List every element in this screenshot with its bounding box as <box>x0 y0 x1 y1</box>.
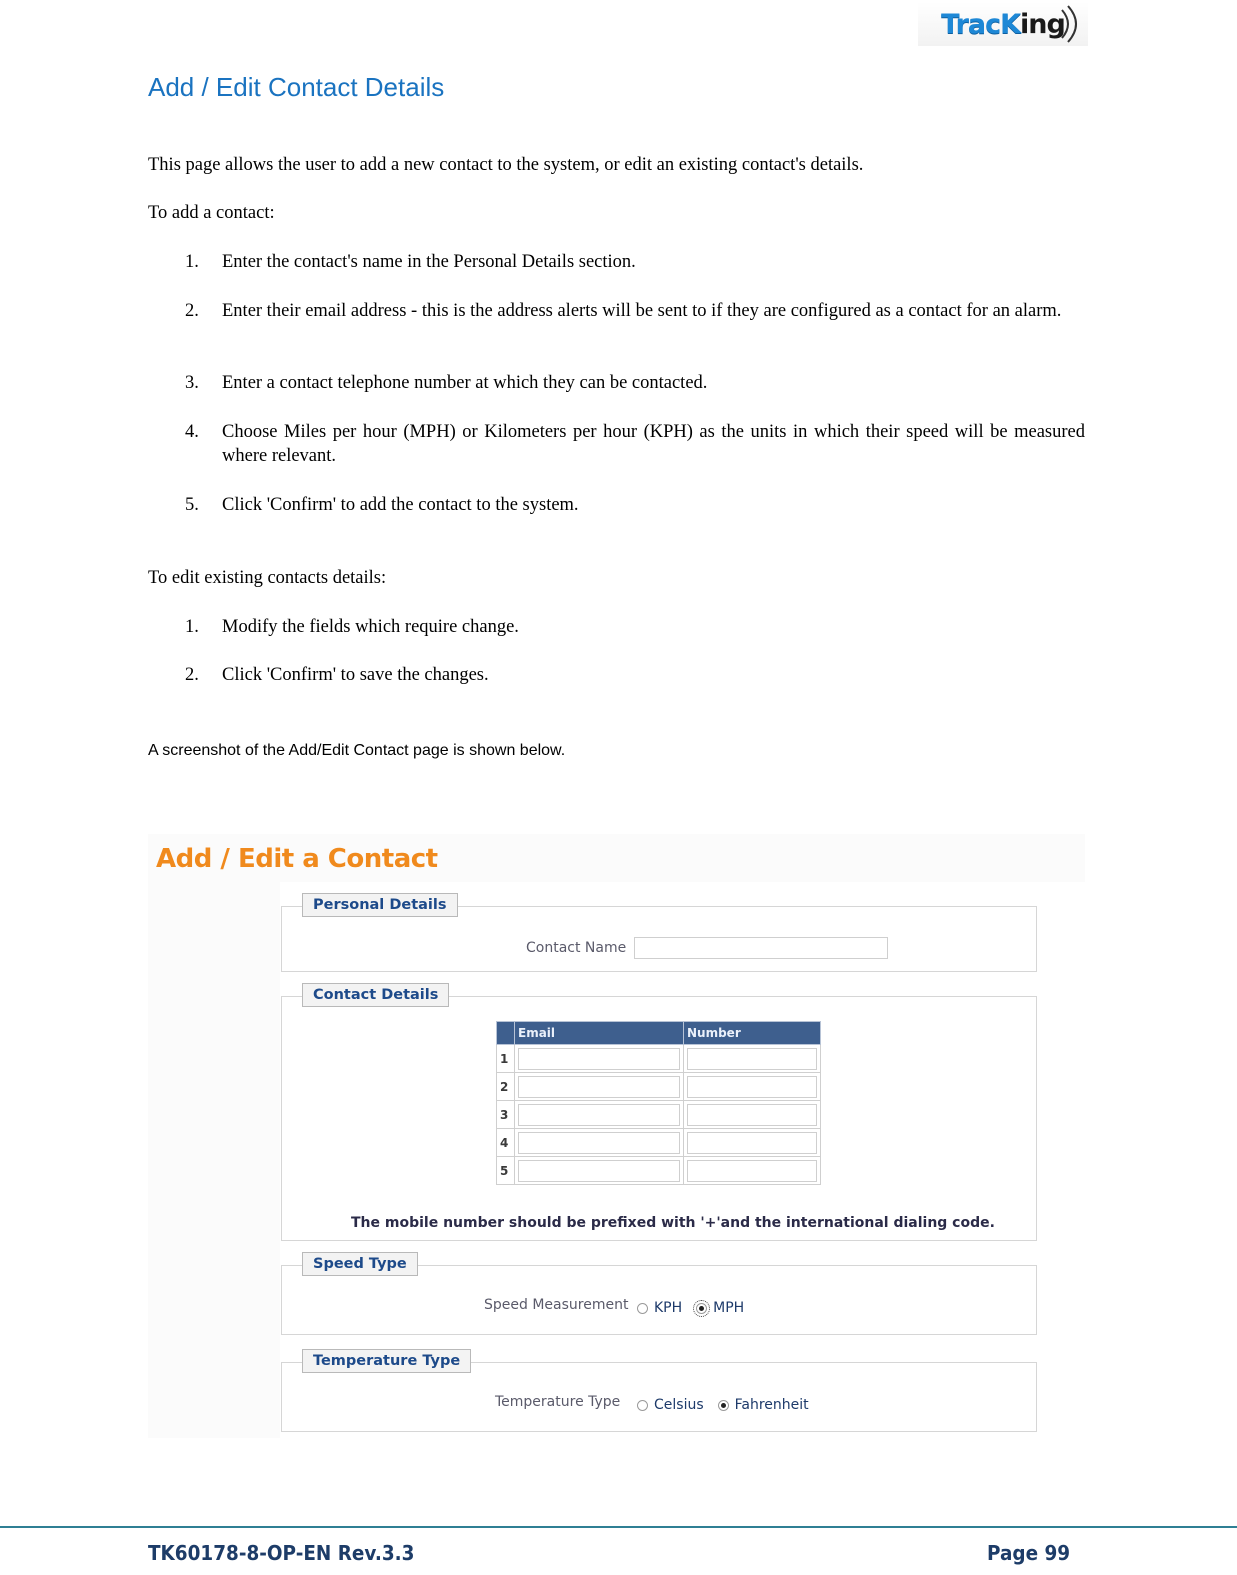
number-cell <box>683 1128 821 1157</box>
celsius-radio[interactable] <box>637 1399 648 1411</box>
email-cell <box>514 1156 684 1185</box>
kph-option[interactable]: KPH <box>637 1300 682 1316</box>
email-cell <box>514 1128 684 1157</box>
table-header-row: Email Number <box>496 1021 821 1045</box>
logo-text: TracKing <box>941 8 1066 40</box>
screenshot-caption: A screenshot of the Add/Edit Contact pag… <box>148 742 566 759</box>
step-text: Enter a contact telephone number at whic… <box>222 373 708 393</box>
edit-step: 1. Modify the fields which require chang… <box>185 616 1085 640</box>
row-number: 2 <box>496 1072 515 1101</box>
email-cell <box>514 1100 684 1129</box>
temperature-type-legend: Temperature Type <box>302 1349 472 1373</box>
celsius-label: Celsius <box>654 1397 704 1413</box>
contact-details-section: Contact Details Email Number 1 2 3 4 5 T… <box>281 983 1037 1241</box>
signal-waves-icon <box>1061 5 1077 43</box>
email-input[interactable] <box>518 1075 680 1098</box>
temperature-radio-group: Celsius Fahrenheit <box>637 1397 823 1413</box>
contact-table: Email Number 1 2 3 4 5 <box>496 1021 821 1185</box>
temperature-type-section: Temperature Type Temperature Type Celsiu… <box>281 1349 1037 1432</box>
speed-measurement-label: Speed Measurement <box>484 1297 629 1313</box>
table-row: 5 <box>496 1156 821 1185</box>
mobile-number-note: The mobile number should be prefixed wit… <box>351 1215 995 1231</box>
contact-name-label: Contact Name <box>526 940 627 956</box>
step-text: Enter their email address - this is the … <box>222 301 1062 321</box>
number-cell <box>683 1044 821 1073</box>
number-cell <box>683 1156 821 1185</box>
add-step: 2. Enter their email address - this is t… <box>185 300 1085 324</box>
add-step: 1. Enter the contact's name in the Perso… <box>185 251 1085 275</box>
kph-label: KPH <box>654 1300 683 1316</box>
personal-details-section: Personal Details Contact Name <box>281 893 1037 972</box>
table-row: 2 <box>496 1072 821 1101</box>
step-number: 5. <box>185 495 199 515</box>
table-row: 4 <box>496 1128 821 1157</box>
number-input[interactable] <box>687 1047 817 1070</box>
intro-paragraph: This page allows the user to add a new c… <box>148 155 864 175</box>
tracking-logo: TracKing <box>918 2 1088 46</box>
add-step: 5. Click 'Confirm' to add the contact to… <box>185 494 1085 518</box>
step-number: 1. <box>185 617 199 637</box>
edit-heading: To edit existing contacts details: <box>148 568 387 588</box>
step-number: 2. <box>185 665 199 685</box>
mph-radio[interactable] <box>693 1299 711 1317</box>
number-input[interactable] <box>687 1075 817 1098</box>
row-number: 5 <box>496 1156 515 1185</box>
page-number: Page 99 <box>987 1541 1071 1565</box>
contact-name-input[interactable] <box>634 937 888 959</box>
speed-type-section: Speed Type Speed Measurement KPH MPH <box>281 1252 1037 1335</box>
mph-label: MPH <box>713 1300 745 1316</box>
row-number: 3 <box>496 1100 515 1129</box>
email-input[interactable] <box>518 1047 680 1070</box>
email-input[interactable] <box>518 1131 680 1154</box>
form-title: Add / Edit a Contact <box>156 844 438 874</box>
step-text: Click 'Confirm' to add the contact to th… <box>222 495 579 515</box>
document-id: TK60178-8-OP-EN Rev.3.3 <box>148 1541 415 1565</box>
fahrenheit-label: Fahrenheit <box>734 1397 809 1413</box>
number-input[interactable] <box>687 1103 817 1126</box>
add-heading: To add a contact: <box>148 203 275 223</box>
kph-radio[interactable] <box>637 1302 648 1314</box>
email-column-header: Email <box>514 1021 684 1045</box>
step-number: 2. <box>185 301 199 321</box>
email-input[interactable] <box>518 1103 680 1126</box>
step-text: Choose Miles per hour (MPH) or Kilometer… <box>222 422 1085 466</box>
row-number: 1 <box>496 1044 515 1073</box>
edit-step: 2. Click 'Confirm' to save the changes. <box>185 664 1085 688</box>
step-text: Click 'Confirm' to save the changes. <box>222 665 489 685</box>
fahrenheit-radio[interactable] <box>717 1399 729 1411</box>
temperature-type-label: Temperature Type <box>495 1394 621 1410</box>
fahrenheit-option[interactable]: Fahrenheit <box>717 1397 809 1413</box>
number-cell <box>683 1100 821 1129</box>
number-column-header: Number <box>683 1021 821 1045</box>
add-step: 3. Enter a contact telephone number at w… <box>185 372 1085 396</box>
speed-radio-group: KPH MPH <box>637 1299 758 1317</box>
add-edit-contact-screenshot: Add / Edit a Contact Personal Details Co… <box>148 834 1085 1438</box>
footer-divider <box>0 1526 1237 1528</box>
speed-type-legend: Speed Type <box>302 1252 418 1276</box>
step-number: 3. <box>185 373 199 393</box>
celsius-option[interactable]: Celsius <box>637 1397 704 1413</box>
mph-option[interactable]: MPH <box>693 1299 745 1317</box>
step-text: Modify the fields which require change. <box>222 617 519 637</box>
row-number: 4 <box>496 1128 515 1157</box>
personal-details-legend: Personal Details <box>302 893 458 917</box>
step-number: 4. <box>185 422 199 442</box>
email-input[interactable] <box>518 1159 680 1182</box>
step-text: Enter the contact's name in the Personal… <box>222 252 636 272</box>
number-input[interactable] <box>687 1159 817 1182</box>
email-cell <box>514 1044 684 1073</box>
email-cell <box>514 1072 684 1101</box>
contact-details-legend: Contact Details <box>302 983 450 1007</box>
step-number: 1. <box>185 252 199 272</box>
table-row: 1 <box>496 1044 821 1073</box>
number-cell <box>683 1072 821 1101</box>
row-number-header <box>496 1021 515 1045</box>
page-title: Add / Edit Contact Details <box>148 72 445 102</box>
add-step: 4. Choose Miles per hour (MPH) or Kilome… <box>185 421 1085 468</box>
number-input[interactable] <box>687 1131 817 1154</box>
table-row: 3 <box>496 1100 821 1129</box>
